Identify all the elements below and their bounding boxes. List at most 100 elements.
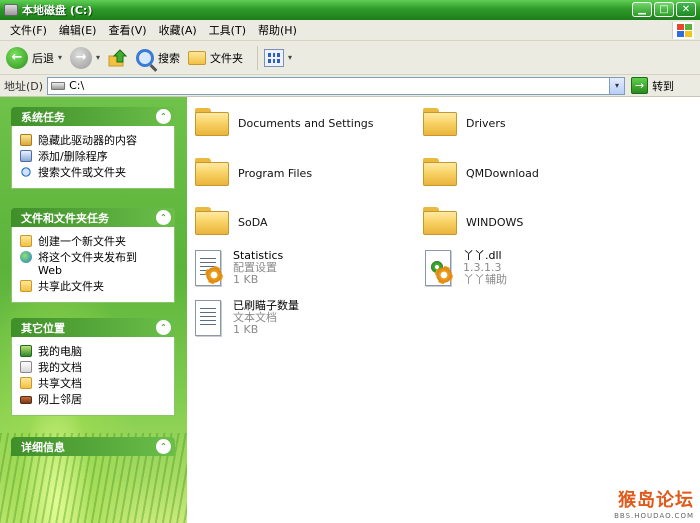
address-value: C:\ (69, 79, 85, 92)
panel-details: 详细信息 ⌃ (11, 437, 175, 456)
watermark-url: BBS.HOUDAO.COM (614, 512, 694, 520)
search-button[interactable]: 搜索 (136, 48, 181, 67)
documents-icon (20, 361, 32, 373)
folders-button[interactable]: 文件夹 (188, 50, 243, 66)
search-icon (136, 48, 155, 67)
place-shared-documents[interactable]: 共享文档 (20, 377, 174, 390)
menu-help[interactable]: 帮助(H) (252, 22, 303, 38)
back-button[interactable]: ← 后退 ▾ (6, 46, 62, 69)
window-title: 本地磁盘 (C:) (22, 4, 93, 17)
item-name: Drivers (466, 117, 506, 130)
address-label: 地址(D) (4, 79, 44, 93)
go-arrow-icon: → (631, 77, 649, 94)
folder-item[interactable]: Documents and Settings (195, 106, 374, 136)
views-dropdown-icon[interactable]: ▾ (288, 53, 292, 62)
task-label: 我的电脑 (38, 345, 82, 358)
menu-file[interactable]: 文件(F) (4, 22, 53, 38)
task-new-folder[interactable]: 创建一个新文件夹 (20, 235, 174, 248)
item-name: Program Files (238, 167, 313, 180)
folder-icon (423, 106, 457, 136)
address-dropdown-button[interactable]: ▾ (609, 77, 625, 94)
address-bar: 地址(D) C:\ ▾ → 转到 (0, 75, 700, 97)
panel-body: 创建一个新文件夹 将这个文件夹发布到 Web 共享此文件夹 (11, 227, 175, 303)
collapse-icon[interactable]: ⌃ (156, 109, 171, 124)
folder-item[interactable]: Program Files (195, 156, 312, 186)
window-controls: ▁ □ ✕ (632, 2, 696, 17)
folder-icon (195, 205, 229, 235)
back-label: 后退 (32, 51, 54, 65)
collapse-icon[interactable]: ⌃ (156, 320, 171, 335)
folder-icon (423, 156, 457, 186)
panel-body: 我的电脑 我的文档 共享文档 网上邻居 (11, 337, 175, 416)
title-bar: 本地磁盘 (C:) ▁ □ ✕ (0, 0, 700, 20)
file-item[interactable]: 丫丫.dll 1.3.1.3 丫丫辅助 (421, 250, 507, 290)
address-input[interactable]: C:\ ▾ (47, 76, 626, 95)
back-dropdown-icon[interactable]: ▾ (58, 53, 62, 62)
file-list: Documents and Settings Drivers Program F… (187, 97, 700, 523)
task-label: 搜索文件或文件夹 (38, 166, 126, 179)
panel-system-tasks: 系统任务 ⌃ 隐藏此驱动器的内容 添加/删除程序 搜索文件或文件夹 (11, 107, 175, 189)
item-size: 1 KB (233, 273, 259, 286)
panel-other-places: 其它位置 ⌃ 我的电脑 我的文档 共享文档 网上邻居 (11, 318, 175, 416)
task-add-remove-programs[interactable]: 添加/删除程序 (20, 150, 174, 163)
file-item[interactable]: 已刷瞄子数量 文本文档 1 KB (191, 300, 299, 340)
folder-icon (423, 205, 457, 235)
task-share-folder[interactable]: 共享此文件夹 (20, 280, 174, 293)
folder-item[interactable]: WINDOWS (423, 205, 523, 235)
place-my-documents[interactable]: 我的文档 (20, 361, 174, 374)
folders-label: 文件夹 (210, 51, 244, 65)
forward-dropdown-icon[interactable]: ▾ (96, 53, 100, 62)
close-button[interactable]: ✕ (676, 2, 696, 17)
add-remove-programs-icon (20, 150, 32, 162)
folder-icon (195, 106, 229, 136)
panel-header[interactable]: 其它位置 ⌃ (11, 318, 175, 337)
folder-icon (188, 50, 207, 65)
collapse-icon[interactable]: ⌃ (156, 210, 171, 225)
task-label: 隐藏此驱动器的内容 (38, 134, 137, 147)
menu-favorites[interactable]: 收藏(A) (153, 22, 203, 38)
share-folder-icon (20, 280, 32, 292)
task-hide-drive-contents[interactable]: 隐藏此驱动器的内容 (20, 134, 174, 147)
menu-view[interactable]: 查看(V) (102, 22, 152, 38)
task-pane: 系统任务 ⌃ 隐藏此驱动器的内容 添加/删除程序 搜索文件或文件夹 文件和文件夹… (0, 97, 187, 523)
task-label: 网上邻居 (38, 393, 82, 406)
watermark: 猴岛论坛 BBS.HOUDAO.COM (614, 486, 694, 520)
item-name: WINDOWS (466, 216, 524, 229)
task-publish-web[interactable]: 将这个文件夹发布到 Web (20, 251, 174, 277)
file-item[interactable]: Statistics 配置设置 1 KB (191, 250, 283, 290)
toolbar: ← 后退 ▾ → ▾ 搜索 文件夹 ▾ (0, 41, 700, 75)
panel-header[interactable]: 文件和文件夹任务 ⌃ (11, 208, 175, 227)
place-my-computer[interactable]: 我的电脑 (20, 345, 174, 358)
go-button[interactable]: → 转到 (631, 77, 674, 94)
folder-item[interactable]: Drivers (423, 106, 506, 136)
maximize-button[interactable]: □ (654, 2, 674, 17)
new-folder-icon (20, 235, 32, 247)
panel-header[interactable]: 系统任务 ⌃ (11, 107, 175, 126)
expand-icon[interactable]: ⌃ (156, 439, 171, 454)
search-label: 搜索 (158, 51, 181, 65)
hide-contents-icon (20, 134, 32, 146)
task-label: 共享此文件夹 (38, 280, 104, 293)
file-info: 已刷瞄子数量 文本文档 1 KB (233, 300, 299, 336)
up-button[interactable] (108, 48, 128, 68)
folder-item[interactable]: QMDownload (423, 156, 539, 186)
globe-icon (20, 251, 32, 263)
config-settings-icon (191, 250, 225, 290)
forward-button[interactable]: → ▾ (70, 46, 100, 69)
views-button[interactable]: ▾ (264, 48, 292, 67)
minimize-button[interactable]: ▁ (632, 2, 652, 17)
task-label: 创建一个新文件夹 (38, 235, 126, 248)
item-description: 丫丫辅助 (463, 273, 507, 286)
place-network[interactable]: 网上邻居 (20, 393, 174, 406)
task-search-files[interactable]: 搜索文件或文件夹 (20, 166, 174, 179)
menu-edit[interactable]: 编辑(E) (53, 22, 103, 38)
windows-logo-icon (672, 22, 694, 39)
file-info: 丫丫.dll 1.3.1.3 丫丫辅助 (463, 250, 507, 286)
task-label: 共享文档 (38, 377, 82, 390)
item-name: Documents and Settings (238, 117, 374, 130)
menu-tools[interactable]: 工具(T) (203, 22, 252, 38)
folder-icon (195, 156, 229, 186)
search-icon (20, 166, 32, 178)
folder-item[interactable]: SoDA (195, 205, 268, 235)
panel-header[interactable]: 详细信息 ⌃ (11, 437, 175, 456)
